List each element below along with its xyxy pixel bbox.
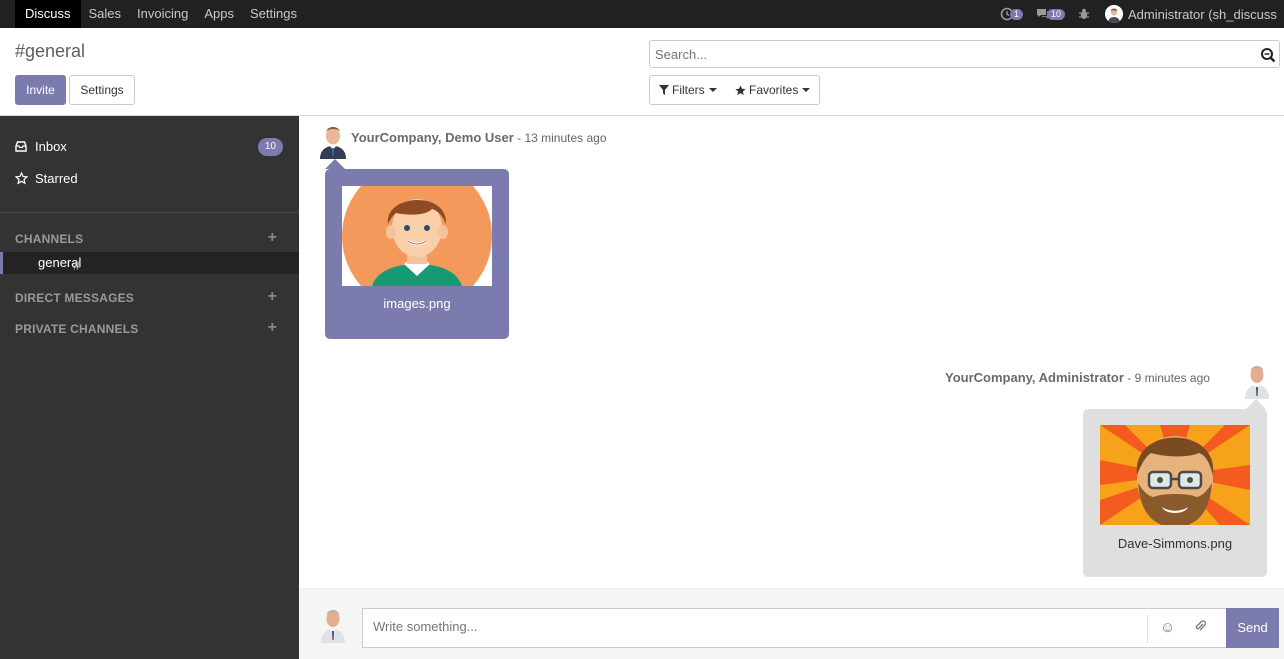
caret-down-icon [708, 88, 717, 92]
attachment-thumbnail[interactable] [342, 186, 492, 286]
sidebar-divider [0, 212, 299, 213]
filters-label: Filters [672, 83, 705, 97]
discuss-sidebar: Inbox 10 Starred CHANNELS + # general DI… [0, 116, 299, 659]
direct-messages-header: DIRECT MESSAGES [15, 291, 135, 305]
top-navbar: Discuss Sales Invoicing Apps Settings 1 … [0, 0, 1284, 28]
channels-header: CHANNELS [15, 232, 84, 246]
message-input[interactable] [373, 619, 1133, 634]
inbox-icon [15, 141, 29, 152]
star-icon [735, 85, 746, 95]
user-menu[interactable]: Administrator (sh_discuss [1105, 5, 1278, 23]
message-author[interactable]: YourCompany, Administrator [945, 370, 1124, 385]
message-header: YourCompany, Demo User - 13 minutes ago [351, 130, 607, 145]
favorites-button[interactable]: Favorites [726, 75, 821, 105]
message-composer: ☺ Send [299, 588, 1284, 659]
add-channel-icon[interactable]: + [268, 229, 277, 247]
composer-avatar [318, 607, 348, 643]
message-author[interactable]: YourCompany, Demo User [351, 130, 514, 145]
debug-menu[interactable] [1077, 7, 1091, 21]
menu-settings[interactable]: Settings [242, 0, 305, 28]
sidebar-item-inbox[interactable]: Inbox [15, 139, 67, 154]
favorites-label: Favorites [749, 83, 799, 97]
composer-input-wrapper: ☺ [362, 608, 1227, 648]
menu-sales[interactable]: Sales [81, 0, 130, 28]
inbox-label: Inbox [35, 139, 67, 154]
administrator-avatar[interactable] [1242, 363, 1272, 399]
attachment-filename[interactable]: images.png [325, 296, 509, 311]
starred-label: Starred [35, 171, 78, 186]
emoji-icon[interactable]: ☺ [1160, 619, 1175, 636]
filters-button[interactable]: Filters [649, 75, 727, 105]
hash-icon: # [73, 258, 81, 273]
activity-menu[interactable]: 1 [1000, 7, 1023, 21]
message-thread: YourCompany, Demo User - 13 minutes ago … [299, 116, 1284, 588]
invite-button[interactable]: Invite [15, 75, 66, 105]
message-time: - 9 minutes ago [1127, 371, 1210, 385]
menu-apps[interactable]: Apps [196, 0, 242, 28]
search-box [649, 40, 1280, 68]
user-name: Administrator (sh_discuss [1128, 6, 1277, 22]
paperclip-icon[interactable] [1194, 619, 1207, 637]
search-input[interactable] [650, 41, 1250, 67]
sidebar-item-general[interactable]: # general [0, 252, 299, 274]
bubble-arrow [325, 159, 345, 169]
bug-icon [1079, 8, 1089, 19]
demo-user-avatar[interactable] [318, 123, 348, 159]
add-private-channel-icon[interactable]: + [268, 319, 277, 337]
settings-button[interactable]: Settings [69, 75, 135, 105]
menu-discuss[interactable]: Discuss [15, 0, 81, 28]
star-outline-icon [15, 172, 29, 185]
inbox-count-badge: 10 [257, 138, 283, 156]
page-title: #general [15, 41, 86, 61]
add-direct-message-icon[interactable]: + [268, 288, 277, 306]
attachment-card[interactable]: Dave-Simmons.png [1083, 409, 1267, 577]
messages-count-badge: 10 [1046, 8, 1065, 20]
sidebar-item-starred[interactable]: Starred [15, 171, 78, 186]
attachment-thumbnail[interactable] [1100, 425, 1250, 525]
control-panel: #general Invite Settings Filters Favorit… [0, 28, 1284, 116]
attachment-card[interactable]: images.png [325, 169, 509, 339]
activity-count-badge: 1 [1009, 8, 1023, 20]
message-header: YourCompany, Administrator - 9 minutes a… [945, 370, 1210, 385]
caret-down-icon [802, 88, 811, 92]
menu-invoicing[interactable]: Invoicing [129, 0, 196, 28]
app-menu: Discuss Sales Invoicing Apps Settings [0, 0, 305, 28]
message-time: - 13 minutes ago [517, 131, 607, 145]
bubble-arrow [1246, 399, 1266, 409]
systray: 1 10 Administrator (sh_discuss [994, 0, 1284, 28]
composer-separator [1147, 615, 1148, 643]
filter-icon [659, 85, 669, 95]
search-icon[interactable] [1260, 47, 1276, 63]
private-channels-header: PRIVATE CHANNELS [15, 322, 139, 336]
send-button[interactable]: Send [1226, 608, 1279, 648]
attachment-filename[interactable]: Dave-Simmons.png [1083, 536, 1267, 551]
user-avatar [1105, 5, 1123, 23]
messaging-menu[interactable]: 10 [1035, 7, 1065, 21]
